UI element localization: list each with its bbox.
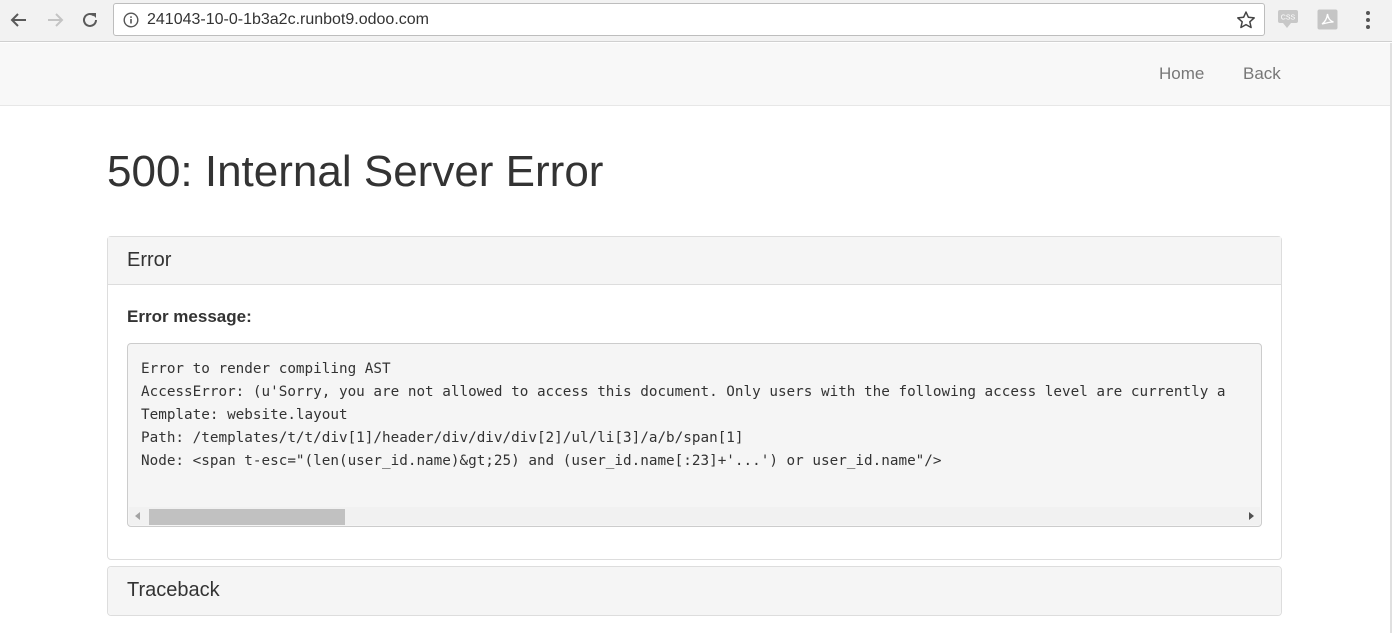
error-line: Error to render compiling AST (141, 361, 391, 377)
traceback-panel-heading[interactable]: Traceback (108, 567, 1281, 615)
back-arrow-icon[interactable] (6, 7, 32, 33)
error-message-box: Error to render compiling AST AccessError… (127, 343, 1262, 527)
error-line: Path: /templates/t/t/div[1]/header/div/d… (141, 430, 744, 446)
error-panel-heading: Error (108, 237, 1281, 285)
css-extension-icon[interactable]: CSS (1277, 9, 1299, 34)
info-icon[interactable] (123, 12, 139, 33)
reload-icon[interactable] (77, 7, 103, 33)
star-icon[interactable] (1236, 10, 1256, 35)
scroll-right-arrow-icon[interactable] (1249, 512, 1254, 520)
page-title: 500: Internal Server Error (107, 147, 604, 196)
address-bar[interactable]: 241043-10-0-1b3a2c.runbot9.odoo.com (113, 3, 1265, 36)
traceback-panel[interactable]: Traceback (107, 566, 1282, 616)
svg-text:CSS: CSS (1281, 15, 1296, 22)
forward-arrow-icon[interactable] (42, 7, 68, 33)
nav-link-back[interactable]: Back (1243, 64, 1281, 84)
browser-toolbar: 241043-10-0-1b3a2c.runbot9.odoo.com CSS (0, 0, 1392, 42)
error-line: Node: <span t-esc="(len(user_id.name)&gt… (141, 453, 942, 469)
scrollbar-thumb[interactable] (149, 509, 345, 525)
nav-link-home[interactable]: Home (1159, 64, 1204, 84)
horizontal-scrollbar[interactable] (129, 507, 1260, 525)
error-panel: Error Error message: Error to render com… (107, 236, 1282, 560)
url-text[interactable]: 241043-10-0-1b3a2c.runbot9.odoo.com (147, 11, 429, 29)
menu-dots-icon[interactable] (1360, 9, 1376, 36)
error-message-label: Error message: (127, 307, 252, 326)
error-line: AccessError: (u'Sorry, you are not allow… (141, 384, 1226, 400)
pdf-extension-icon[interactable] (1317, 9, 1338, 35)
scroll-left-arrow-icon[interactable] (135, 512, 140, 520)
error-line: Template: website.layout (141, 407, 348, 423)
site-navbar: Home Back (0, 43, 1392, 106)
error-message-text: Error to render compiling AST AccessError… (141, 358, 1226, 473)
